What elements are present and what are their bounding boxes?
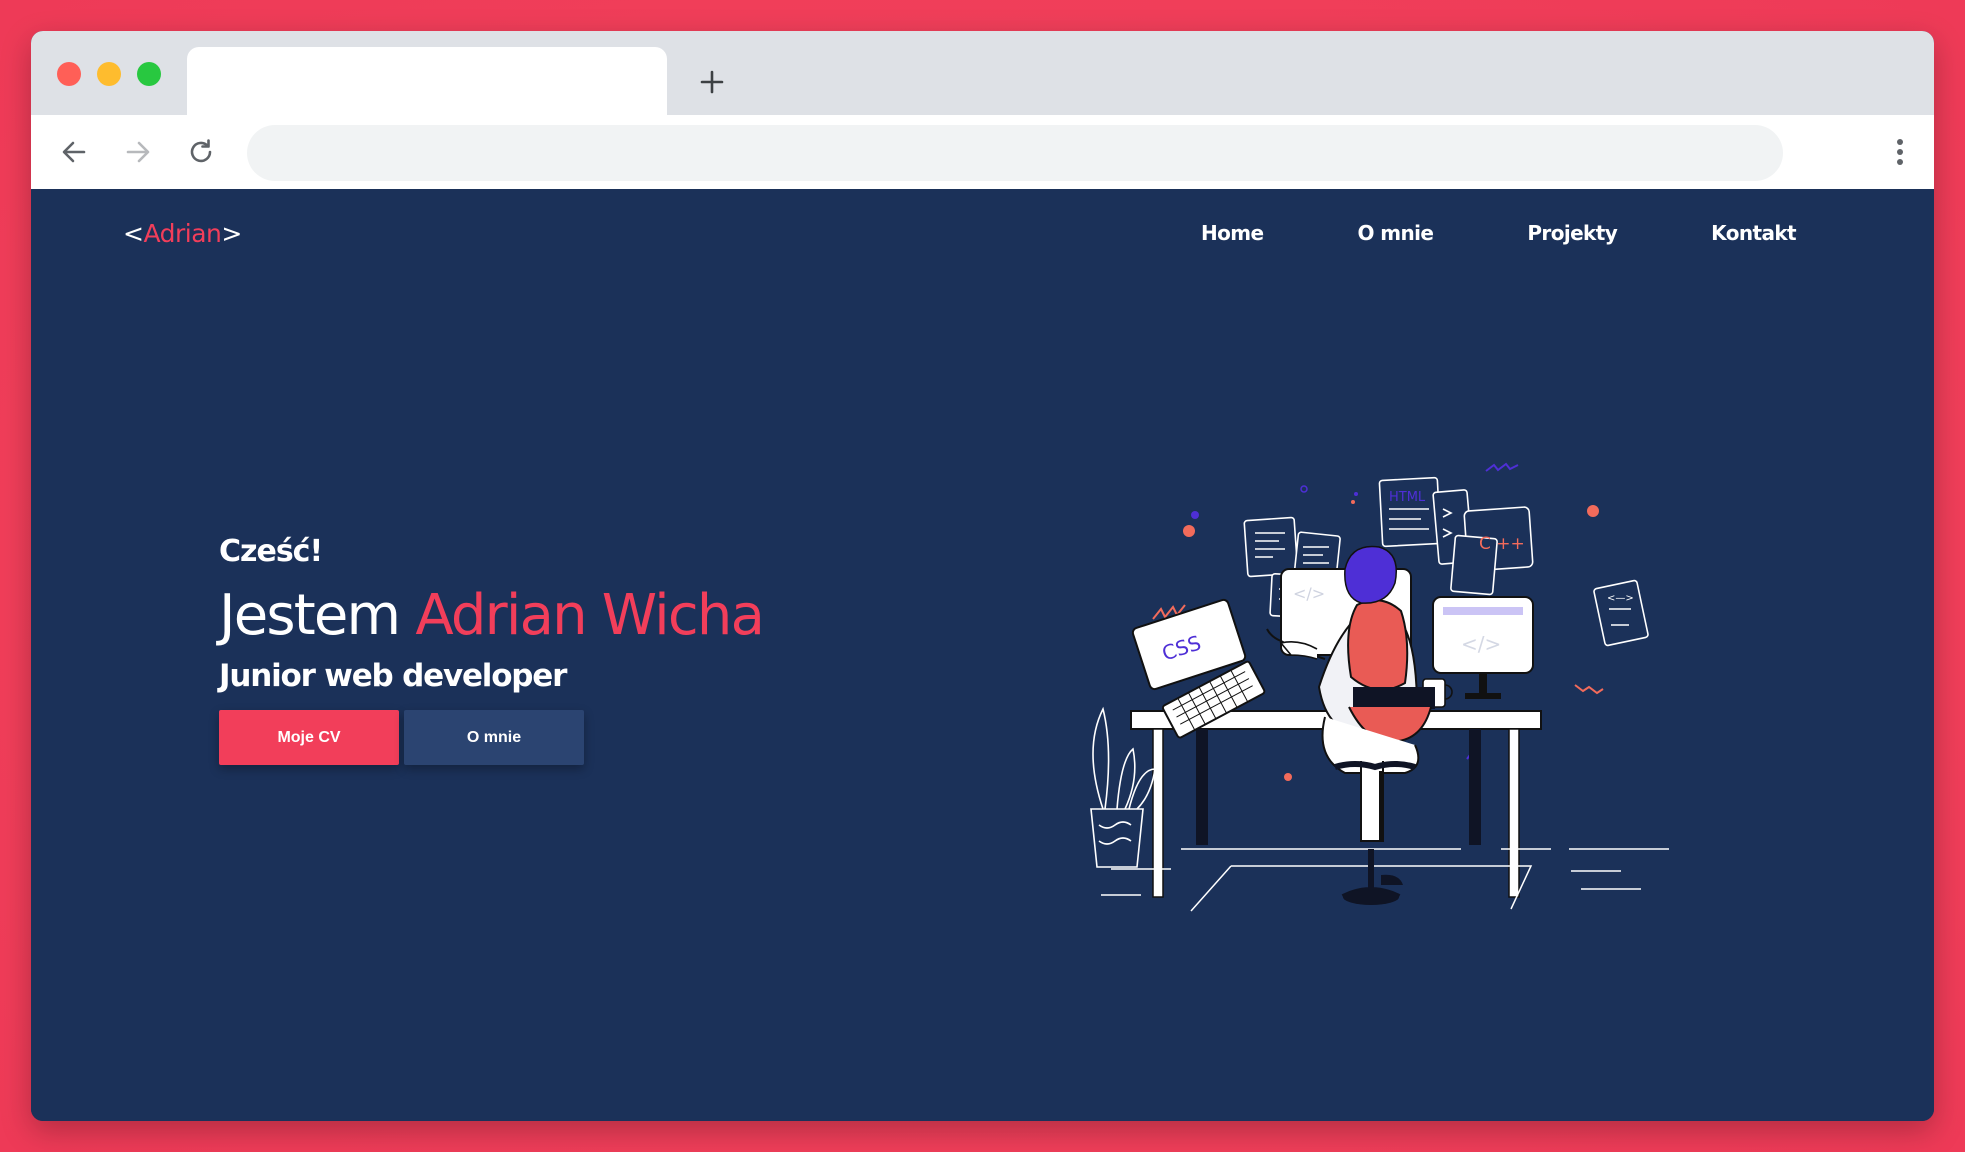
hero-buttons: Moje CV O mnie (219, 710, 763, 765)
developer-illustration: HTML C ++ <—> </> </> CSS (1090, 462, 1669, 912)
nav-projects-link[interactable]: Projekty (1527, 221, 1617, 245)
logo-bracket-close: > (221, 219, 242, 248)
tab-bar (31, 31, 1934, 117)
nav-about-link[interactable]: O mnie (1358, 221, 1434, 245)
cv-button[interactable]: Moje CV (219, 710, 399, 765)
browser-menu-button[interactable] (1888, 133, 1912, 171)
nav-home-link[interactable]: Home (1201, 221, 1264, 245)
doc-arrows-label: <—> (1607, 593, 1634, 604)
new-tab-button[interactable] (697, 67, 727, 97)
arrow-left-icon (62, 141, 86, 163)
more-vertical-icon (1897, 139, 1903, 165)
hero-section: Cześć! Jestem Adrian Wicha Junior web de… (219, 534, 765, 765)
plus-icon (700, 70, 724, 94)
hero-greeting: Cześć! (219, 534, 323, 569)
monitor-code-label: </> (1461, 632, 1501, 656)
arrow-right-icon (126, 141, 150, 163)
browser-window: <Adrian> Home O mnie Projekty Kontakt Cz… (31, 31, 1934, 1121)
reload-icon (190, 139, 212, 163)
hero-intro: Jestem (219, 583, 401, 648)
forward-button[interactable] (119, 133, 157, 171)
browser-toolbar (31, 115, 1934, 189)
back-button[interactable] (55, 133, 93, 171)
maximize-window-button[interactable] (137, 62, 161, 86)
page-viewport: <Adrian> Home O mnie Projekty Kontakt Cz… (31, 189, 1934, 1121)
doc-cpp-label: C ++ (1479, 534, 1525, 554)
active-tab[interactable] (187, 47, 667, 117)
hero-name: Adrian Wicha (415, 583, 765, 648)
svg-text:</>: </> (1293, 584, 1325, 603)
hero-headline: Jestem Adrian Wicha (219, 583, 765, 648)
address-bar[interactable] (247, 125, 1783, 181)
hero-role: Junior web developer (219, 658, 567, 694)
close-window-button[interactable] (57, 62, 81, 86)
reload-button[interactable] (182, 133, 220, 171)
main-nav: Home O mnie Projekty Kontakt (1107, 221, 1797, 245)
doc-html-label: HTML (1389, 490, 1426, 505)
minimize-window-button[interactable] (97, 62, 121, 86)
about-button[interactable]: O mnie (404, 710, 584, 765)
logo-bracket-open: < (123, 219, 144, 248)
nav-contact-link[interactable]: Kontakt (1711, 221, 1796, 245)
site-logo[interactable]: <Adrian> (123, 219, 242, 248)
logo-name: Adrian (143, 219, 222, 248)
